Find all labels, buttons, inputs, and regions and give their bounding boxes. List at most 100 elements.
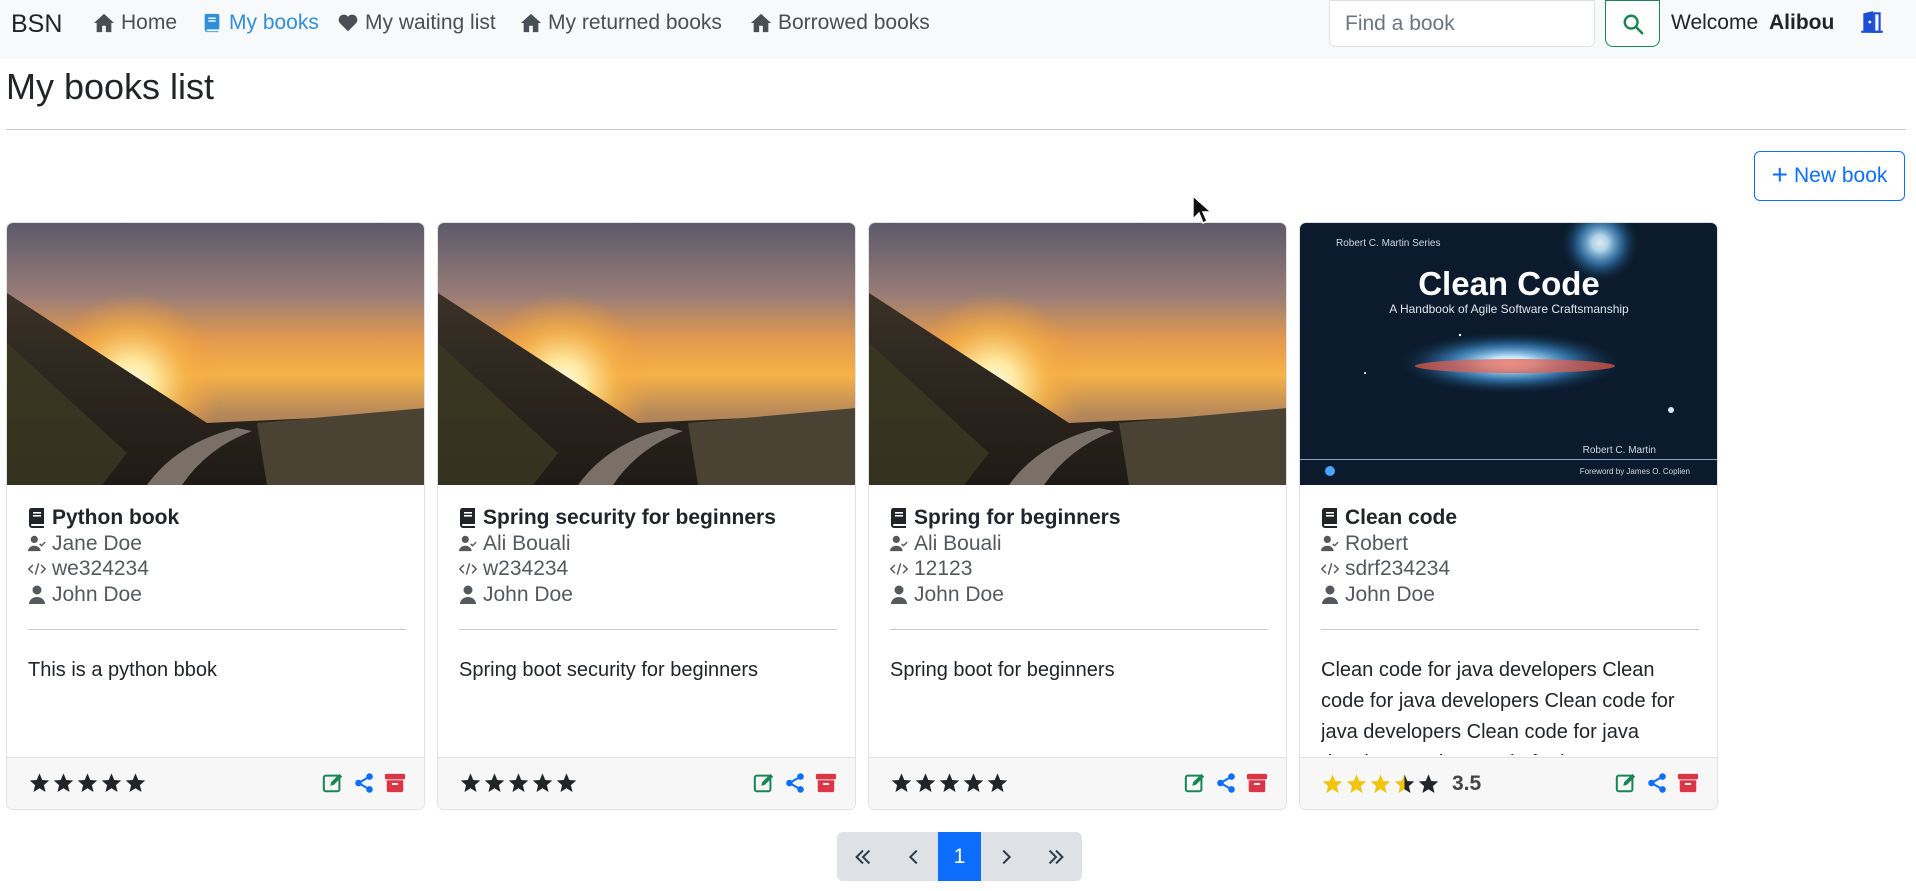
star-icon [1418,774,1439,793]
book-icon [204,13,220,33]
book-icon [459,507,475,528]
cover-series: Robert C. Martin Series [1336,238,1440,249]
search-icon [1623,14,1643,34]
star-icon [915,773,936,792]
book-owner: John Doe [890,582,1268,608]
book-owner: John Doe [28,582,406,608]
logout-door-icon[interactable] [1859,9,1885,35]
home-icon [750,13,772,33]
edit-icon[interactable] [1184,772,1206,794]
chevron-left-icon [908,849,917,864]
share-icon[interactable] [353,772,375,794]
code-icon [28,562,46,575]
user-icon [29,585,45,605]
archive-icon[interactable] [1677,772,1699,794]
book-title: Python book [28,505,406,531]
book-card: Spring for beginners Ali Bouali 12123 Jo… [868,222,1287,810]
user-icon [891,585,907,605]
card-actions [1184,772,1268,794]
divider [459,629,837,630]
search-input[interactable] [1329,0,1595,47]
search-button[interactable] [1605,0,1660,47]
star-icon [101,773,122,792]
book-icon [28,507,44,528]
nav-borrowed-books[interactable]: Borrowed books [750,11,930,35]
book-isbn: w234234 [459,556,837,582]
nav-home[interactable]: Home [93,11,177,35]
book-icon [1321,507,1337,528]
divider [1321,629,1699,630]
user-icon [1322,585,1338,605]
book-synopsis: Spring boot security for beginners [459,659,759,681]
book-cover-image[interactable]: Robert C. Martin Series Clean Code A Han… [1300,223,1717,485]
divider [28,629,406,630]
new-book-button[interactable]: + New book [1754,151,1905,201]
brand-logo[interactable]: BSN [11,10,62,39]
card-actions [322,772,406,794]
code-icon [890,562,908,575]
book-owner: John Doe [1321,582,1699,608]
last-page-button[interactable] [1030,832,1082,881]
double-chevron-left-icon [855,849,871,864]
share-icon[interactable] [784,772,806,794]
archive-icon[interactable] [384,772,406,794]
star-icon [125,773,146,792]
navbar: BSN Home My books My waiting list My ret… [0,0,1916,59]
card-actions [1615,772,1699,794]
previous-page-button[interactable] [889,832,938,881]
code-icon [1321,562,1339,575]
star-icon [508,773,529,792]
book-title: Spring for beginners [890,505,1268,531]
share-icon[interactable] [1215,772,1237,794]
edit-icon[interactable] [1615,772,1637,794]
book-synopsis: This is a python bbok [28,659,217,681]
book-isbn: we324234 [28,556,406,582]
star-icon [53,773,74,792]
first-page-button[interactable] [837,832,889,881]
next-page-button[interactable] [981,832,1030,881]
archive-icon[interactable] [815,772,837,794]
card-footer: 3.5 [1300,757,1717,809]
book-title: Spring security for beginners [459,505,837,531]
divider [890,629,1268,630]
page-number-button[interactable]: 1 [938,832,981,881]
star-icon [963,773,984,792]
star-icon [460,773,481,792]
book-card: Spring security for beginners Ali Bouali… [437,222,856,810]
pagination: 1 [837,832,1082,881]
nav-my-books[interactable]: My books [201,11,319,35]
book-cover-image[interactable] [438,223,855,485]
book-cover-image[interactable] [7,223,424,485]
share-icon[interactable] [1646,772,1668,794]
book-author: Robert [1321,531,1699,557]
book-icon [890,507,906,528]
user-check-icon [459,536,477,552]
rating-stars [890,772,1021,794]
book-author: Ali Bouali [459,531,837,557]
rating-stars: 3.5 [1321,772,1481,796]
double-chevron-right-icon [1048,849,1064,864]
book-card: Robert C. Martin Series Clean Code A Han… [1299,222,1718,810]
edit-icon[interactable] [322,772,344,794]
code-icon [459,562,477,575]
nav-returned-books[interactable]: My returned books [520,11,722,35]
star-icon [29,773,50,792]
cover-author: Robert C. Martin [1583,445,1656,456]
edit-icon[interactable] [753,772,775,794]
plus-icon: + [1771,158,1788,190]
rating-stars [459,772,590,794]
book-synopsis: Spring boot for beginners [890,659,1115,681]
archive-icon[interactable] [1246,772,1268,794]
welcome-label: Welcome [1671,11,1759,34]
card-footer [7,757,424,809]
user-check-icon [1321,536,1339,552]
user-icon [460,585,476,605]
chevron-right-icon [1002,849,1011,864]
star-icon [532,773,553,792]
book-owner: John Doe [459,582,837,608]
page-title: My books list [6,66,215,107]
book-author: Jane Doe [28,531,406,557]
star-icon [1370,774,1391,793]
book-cover-image[interactable] [869,223,1286,485]
nav-waiting-list[interactable]: My waiting list [337,11,496,35]
